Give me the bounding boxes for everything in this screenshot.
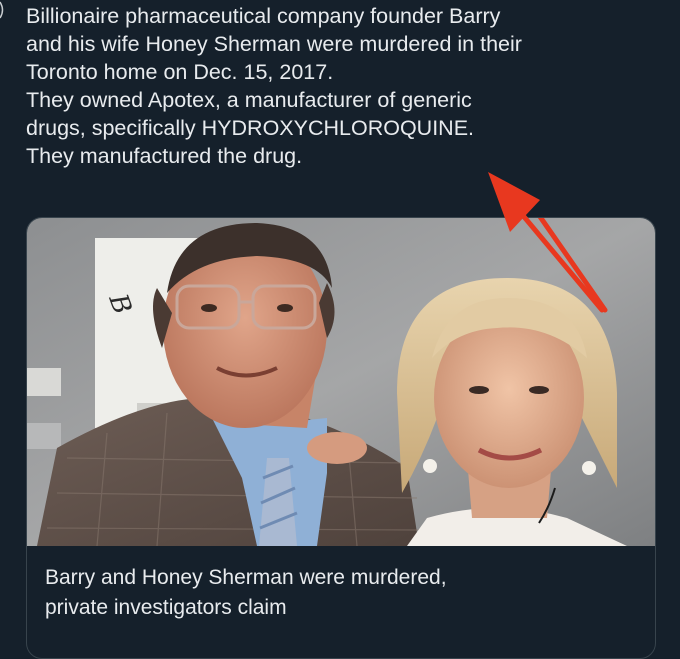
avatar-edge (0, 0, 10, 20)
red-arrow-icon (488, 172, 605, 313)
tweet-text-line: Toronto home on Dec. 15, 2017. (26, 60, 334, 84)
tweet-text-line: and his wife Honey Sherman were murdered… (26, 32, 522, 56)
card-headline-line: Barry and Honey Sherman were murdered, (45, 566, 447, 589)
card-headline[interactable]: Barry and Honey Sherman were murdered, p… (45, 563, 635, 623)
card-headline-line: private investigators claim (45, 596, 287, 619)
tweet-text-line: They owned Apotex, a manufacturer of gen… (26, 88, 472, 112)
tweet-text-line: drugs, specifically HYDROXYCHLOROQUINE. (26, 116, 475, 140)
tweet-text: Billionaire pharmaceutical company found… (26, 2, 666, 170)
tweet-text-line: Billionaire pharmaceutical company found… (26, 4, 501, 28)
